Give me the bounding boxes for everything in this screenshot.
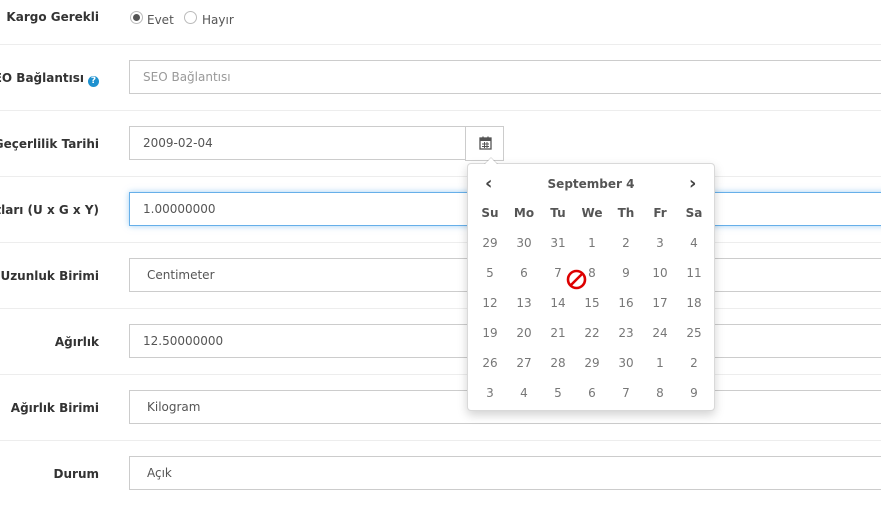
valid-date-label: Geçerlilik Tarihi: [0, 137, 99, 151]
datepicker-day[interactable]: 28: [541, 348, 575, 378]
datepicker-popup: September 4 ‹ › Su Mo Tu We Th Fr Sa 29 30 31 1 2 3…: [467, 157, 715, 411]
datepicker-week: 3456789: [473, 378, 711, 408]
datepicker-day[interactable]: 29: [473, 228, 507, 258]
datepicker-day[interactable]: 31: [541, 228, 575, 258]
datepicker-day[interactable]: 23: [609, 318, 643, 348]
shipping-no-label[interactable]: Hayır: [202, 13, 234, 27]
datepicker-day[interactable]: 9: [609, 258, 643, 288]
datepicker-day[interactable]: 4: [507, 378, 541, 408]
datepicker-day[interactable]: 10: [643, 258, 677, 288]
weekday-label: Th: [617, 206, 635, 220]
valid-date-input[interactable]: 2009-02-04: [129, 126, 466, 160]
datepicker-day[interactable]: 9: [677, 378, 711, 408]
datepicker-day[interactable]: 3: [643, 228, 677, 258]
calendar-icon: [479, 136, 492, 150]
status-label: Durum: [53, 467, 99, 481]
datepicker-weeks: 29 30 31 1 2 3 4 5 6 7 8 9 10 11 12 13 14 15 16 17 18 19 20 21 2…: [473, 228, 711, 408]
datepicker-day[interactable]: 5: [541, 378, 575, 408]
datepicker-day[interactable]: 1: [643, 348, 677, 378]
datepicker-day[interactable]: 16: [609, 288, 643, 318]
help-icon[interactable]: ?: [88, 76, 99, 87]
datepicker-day[interactable]: 2: [677, 348, 711, 378]
weight-label: Ağırlık: [54, 335, 99, 349]
prev-month-button[interactable]: ‹: [485, 175, 492, 193]
datepicker-day[interactable]: 30: [507, 228, 541, 258]
datepicker-day[interactable]: 6: [575, 378, 609, 408]
datepicker-week: 12 13 14 15 16 17 18: [473, 288, 711, 318]
datepicker-day[interactable]: 15: [575, 288, 609, 318]
weekday-label: Sa: [685, 206, 703, 220]
weekday-label: Fr: [653, 206, 667, 220]
weekday-label: Su: [481, 206, 499, 220]
seo-label: SEO Bağlantısı?: [0, 70, 99, 87]
not-allowed-cursor-icon: [566, 269, 587, 290]
length-unit-label: Uzunluk Birimi: [0, 269, 99, 283]
status-select[interactable]: Açık: [129, 456, 881, 490]
datepicker-day[interactable]: 5: [473, 258, 507, 288]
datepicker-day[interactable]: 14: [541, 288, 575, 318]
seo-input[interactable]: SEO Bağlantısı: [129, 60, 881, 94]
datepicker-day[interactable]: 18: [677, 288, 711, 318]
seo-label-text: SEO Bağlantısı: [0, 71, 84, 85]
datepicker-header: September 4 ‹ ›: [468, 175, 714, 193]
datepicker-day[interactable]: 4: [677, 228, 711, 258]
calendar-button[interactable]: [465, 126, 504, 161]
weekday-label: Tu: [550, 206, 566, 220]
weekday-header: Su Mo Tu We Th Fr Sa: [473, 202, 711, 224]
datepicker-day[interactable]: 19: [473, 318, 507, 348]
datepicker-day[interactable]: 25: [677, 318, 711, 348]
datepicker-week: 26 27 28 29 30 1 2: [473, 348, 711, 378]
shipping-row: Kargo Gerekli Evet Hayır: [0, 0, 881, 45]
shipping-no-radio[interactable]: [184, 11, 197, 24]
datepicker-day[interactable]: 12: [473, 288, 507, 318]
datepicker-day[interactable]: 8: [643, 378, 677, 408]
datepicker-day[interactable]: 27: [507, 348, 541, 378]
datepicker-day[interactable]: 6: [507, 258, 541, 288]
datepicker-day[interactable]: 2: [609, 228, 643, 258]
datepicker-day[interactable]: 11: [677, 258, 711, 288]
datepicker-day[interactable]: 13: [507, 288, 541, 318]
weight-unit-label: Ağırlık Birimi: [10, 401, 99, 415]
shipping-yes-radio[interactable]: [130, 11, 143, 24]
weekday-label: Mo: [513, 206, 535, 220]
datepicker-day[interactable]: 24: [643, 318, 677, 348]
datepicker-day[interactable]: 21: [541, 318, 575, 348]
datepicker-week: 29 30 31 1 2 3 4: [473, 228, 711, 258]
datepicker-day[interactable]: 26: [473, 348, 507, 378]
next-month-button[interactable]: ›: [689, 175, 696, 193]
datepicker-grid: Su Mo Tu We Th Fr Sa 29 30 31 1 2 3 4 5 6 7 8 9 10 11 12 13 14…: [473, 202, 711, 408]
shipping-label: Kargo Gerekli: [6, 10, 99, 24]
datepicker-day[interactable]: 17: [643, 288, 677, 318]
weekday-label: We: [581, 206, 603, 220]
datepicker-day[interactable]: 22: [575, 318, 609, 348]
datepicker-day[interactable]: 29: [575, 348, 609, 378]
datepicker-day[interactable]: 20: [507, 318, 541, 348]
datepicker-week: 5 6 7 8 9 10 11: [473, 258, 711, 288]
datepicker-day[interactable]: 1: [575, 228, 609, 258]
dimensions-label: yutları (U x G x Y): [0, 203, 99, 217]
datepicker-day[interactable]: 3: [473, 378, 507, 408]
datepicker-day[interactable]: 30: [609, 348, 643, 378]
shipping-yes-label[interactable]: Evet: [147, 13, 174, 27]
datepicker-title[interactable]: September 4: [468, 175, 714, 193]
datepicker-week: 19 20 21 22 23 24 25: [473, 318, 711, 348]
datepicker-day[interactable]: 7: [609, 378, 643, 408]
